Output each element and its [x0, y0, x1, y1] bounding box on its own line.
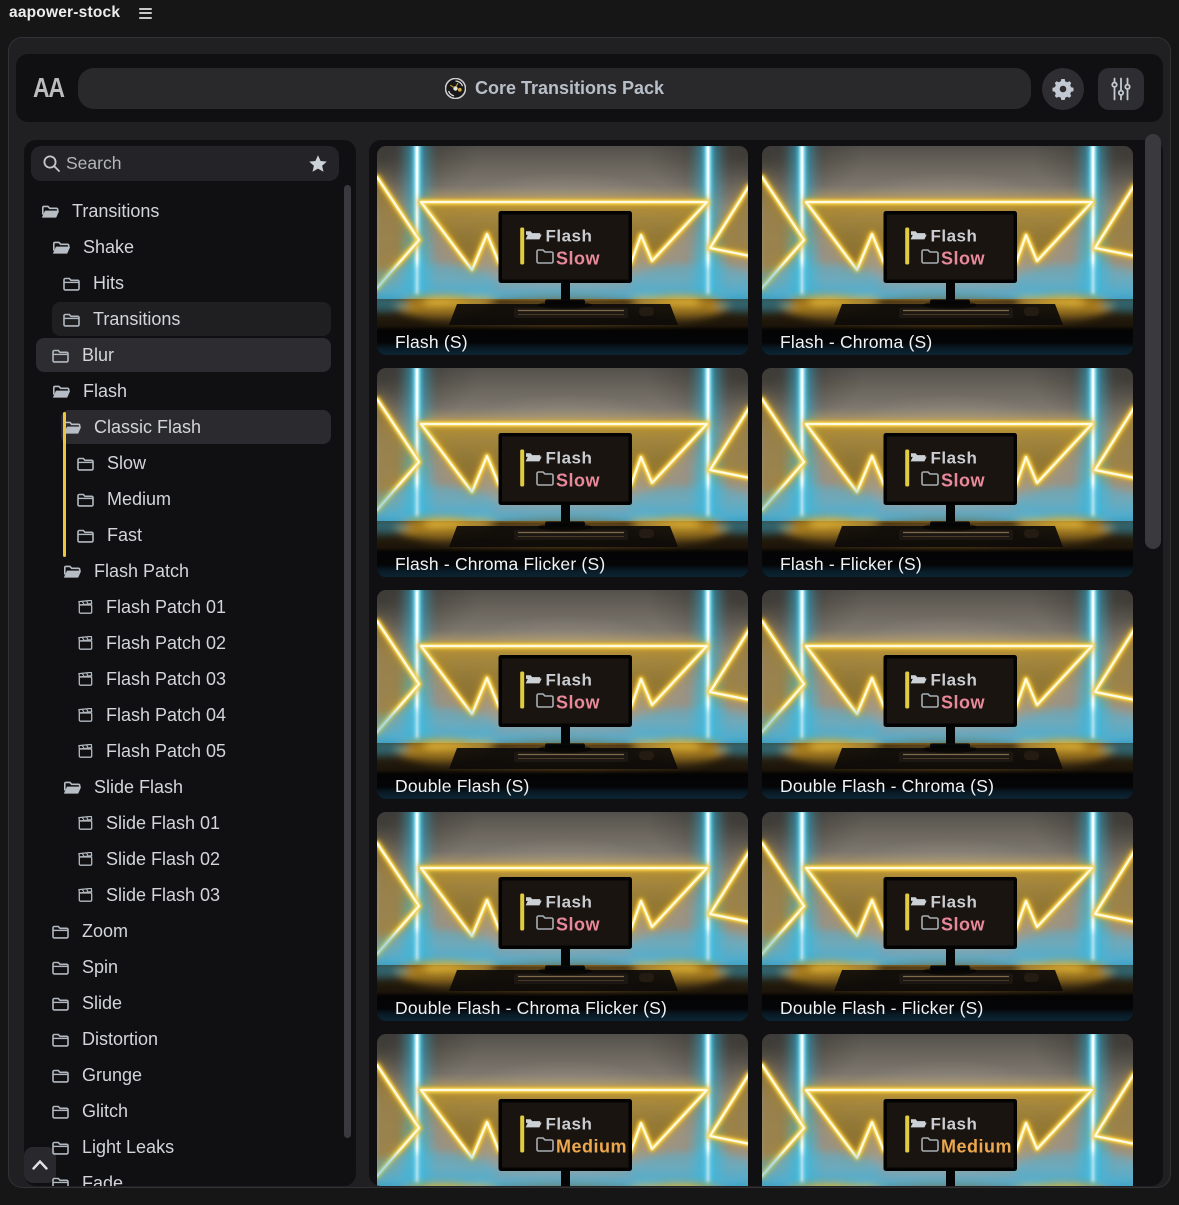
svg-text:Medium: Medium — [556, 1137, 627, 1157]
svg-text:Slow: Slow — [556, 471, 601, 491]
svg-text:Slow: Slow — [556, 693, 601, 713]
svg-text:Slow: Slow — [556, 915, 601, 935]
svg-text:Slow: Slow — [941, 471, 986, 491]
svg-text:Slow: Slow — [941, 693, 986, 713]
svg-text:Slow: Slow — [941, 915, 986, 935]
svg-text:Medium: Medium — [941, 1137, 1012, 1157]
svg-text:Slow: Slow — [941, 249, 986, 269]
svg-text:Slow: Slow — [556, 249, 601, 269]
